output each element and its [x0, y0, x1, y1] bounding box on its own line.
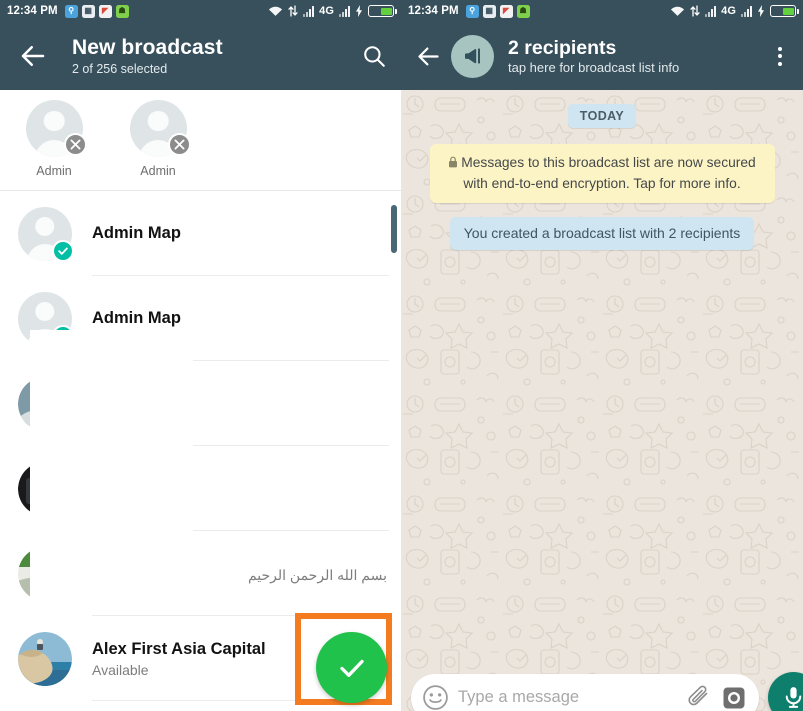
avatar — [18, 631, 72, 686]
status-bar-left-icons: ⚲ ▦ ◤ ☗ — [465, 4, 530, 18]
right-panel-broadcast-chat: 12:34 PM ⚲ ▦ ◤ ☗ 4G 2 recipients tap her… — [401, 0, 803, 711]
confirm-broadcast-button[interactable] — [316, 632, 387, 703]
status-bar-right: 12:34 PM ⚲ ▦ ◤ ☗ 4G — [401, 0, 803, 22]
maps-icon: ◤ — [499, 4, 513, 18]
selected-chip[interactable]: Admin — [122, 100, 194, 178]
contact-name: Admin Map — [92, 224, 181, 242]
usb-debug-icon: ⚲ — [64, 4, 78, 18]
signal-bars-icon — [705, 5, 717, 17]
selection-count: 2 of 256 selected — [72, 61, 168, 76]
selected-contacts-row: Admin Admin — [0, 90, 401, 182]
signal-bars-2-icon — [741, 5, 752, 17]
lock-icon — [448, 154, 458, 174]
usb-debug-icon: ⚲ — [465, 4, 479, 18]
encryption-notice-bubble[interactable]: Messages to this broadcast list are now … — [429, 144, 775, 204]
wifi-icon — [671, 6, 685, 16]
data-transfer-icon — [288, 5, 298, 17]
status-bar-right-icons: 4G — [670, 5, 799, 17]
paperclip-icon[interactable] — [687, 685, 713, 711]
microphone-icon — [785, 687, 802, 708]
maps-icon: ◤ — [98, 4, 112, 18]
left-header-text: New broadcast 2 of 256 selected — [72, 36, 361, 76]
system-message-bubble: You created a broadcast list with 2 reci… — [449, 217, 755, 251]
encryption-notice-text: Messages to this broadcast list are now … — [461, 155, 756, 191]
left-panel-new-broadcast: 12:34 PM ⚲ ▦ ◤ ☗ 4G New broadcast 2 of 2… — [0, 0, 401, 711]
right-header-text[interactable]: 2 recipients tap here for broadcast list… — [508, 37, 769, 75]
avatar — [18, 206, 74, 262]
wifi-icon — [269, 6, 283, 16]
chat-messages: TODAY Messages to this broadcast list ar… — [401, 90, 803, 251]
list-occluding-overlay — [30, 330, 193, 615]
broadcast-title: 2 recipients — [508, 36, 617, 59]
status-bar-left-icons: ⚲ ▦ ◤ ☗ — [64, 4, 129, 18]
status-bar-clock: 12:34 PM — [7, 5, 58, 17]
calculator-icon: ▦ — [81, 4, 95, 18]
android-app-icon: ☗ — [115, 4, 129, 18]
contact-name: Admin Map — [92, 309, 181, 327]
search-icon[interactable] — [361, 43, 387, 69]
avatar — [129, 100, 191, 157]
search-input[interactable] — [458, 688, 678, 707]
broadcast-subtitle: tap here for broadcast list info — [508, 60, 680, 76]
input-pill[interactable] — [411, 673, 759, 711]
selected-check-icon — [52, 239, 74, 262]
emoji-smiley-icon[interactable] — [422, 684, 449, 711]
signal-bars-icon — [303, 5, 315, 17]
network-type-label: 4G — [721, 5, 736, 17]
overflow-menu-icon[interactable] — [769, 45, 791, 67]
megaphone-broadcast-icon[interactable] — [451, 34, 494, 78]
selected-chip-label: Admin — [140, 164, 176, 178]
close-x-icon[interactable] — [63, 133, 87, 156]
day-divider: TODAY — [567, 104, 637, 128]
message-input-bar — [401, 672, 803, 711]
app-screen: 12:34 PM ⚲ ▦ ◤ ☗ 4G New broadcast 2 of 2… — [0, 0, 803, 711]
close-x-icon[interactable] — [167, 133, 191, 156]
photo-avatar-cliff — [18, 631, 72, 686]
right-header[interactable]: 2 recipients tap here for broadcast list… — [401, 22, 803, 90]
signal-bars-2-icon — [339, 5, 350, 17]
back-arrow-icon[interactable] — [415, 43, 442, 70]
row-body: Admin Map — [92, 309, 401, 328]
list-scrollbar[interactable] — [391, 205, 397, 253]
data-transfer-icon — [690, 5, 700, 17]
charging-bolt-icon — [356, 5, 362, 17]
voice-record-button[interactable] — [768, 672, 803, 711]
avatar — [25, 100, 87, 157]
back-arrow-icon[interactable] — [18, 41, 48, 71]
status-bar-clock: 12:34 PM — [408, 5, 459, 17]
left-header: New broadcast 2 of 256 selected — [0, 22, 401, 90]
calculator-icon: ▦ — [482, 4, 496, 18]
status-bar-left: 12:34 PM ⚲ ▦ ◤ ☗ 4G — [0, 0, 401, 22]
battery-icon — [368, 5, 397, 17]
checkmark-icon — [339, 659, 364, 677]
camera-icon[interactable] — [722, 686, 746, 710]
row-body: Admin Map — [92, 224, 401, 243]
table-row[interactable]: Admin Map — [0, 191, 401, 276]
battery-icon — [770, 5, 799, 17]
status-bar-right-icons: 4G — [268, 5, 397, 17]
android-app-icon: ☗ — [516, 4, 530, 18]
selected-chip[interactable]: Admin — [18, 100, 90, 178]
network-type-label: 4G — [319, 5, 334, 17]
selected-chip-label: Admin — [36, 164, 72, 178]
page-title: New broadcast — [72, 36, 223, 60]
charging-bolt-icon — [758, 5, 764, 17]
chat-area: TODAY Messages to this broadcast list ar… — [401, 90, 803, 711]
